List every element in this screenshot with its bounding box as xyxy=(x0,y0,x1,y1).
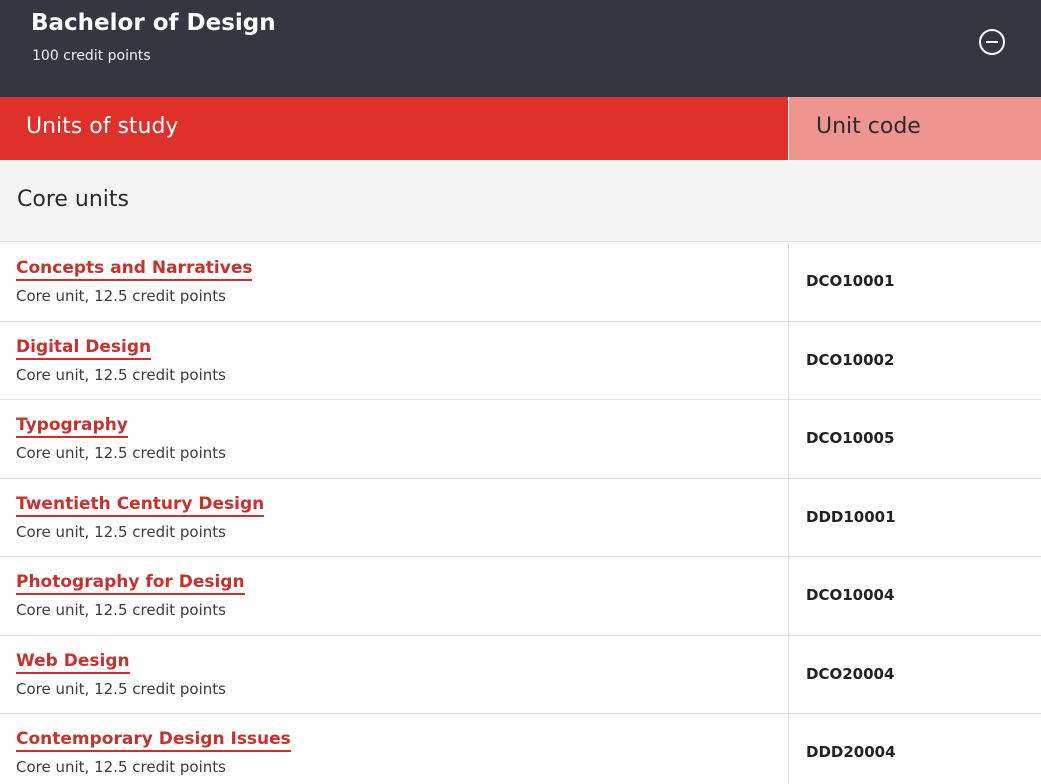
unit-list: Concepts and Narratives Core unit, 12.5 c… xyxy=(0,243,1041,784)
unit-meta: Core unit, 12.5 credit points xyxy=(16,601,226,619)
column-header-units: Units of study xyxy=(0,97,788,160)
unit-code: DCO10001 xyxy=(806,272,895,290)
unit-meta: Core unit, 12.5 credit points xyxy=(16,444,226,462)
table-row: Photography for Design Core unit, 12.5 cr… xyxy=(0,557,1041,636)
unit-code: DCO20004 xyxy=(806,664,895,683)
table-row: Contemporary Design Issues Core unit, 12.… xyxy=(0,714,1041,784)
section-row-core-units: Core units xyxy=(0,160,1041,242)
table-row: Concepts and Narratives Core unit, 12.5 c… xyxy=(0,243,1041,322)
column-divider xyxy=(788,635,789,713)
course-credits: 100 credit points xyxy=(32,48,151,64)
unit-code: DCO10002 xyxy=(806,350,895,369)
column-divider xyxy=(788,321,789,399)
section-label: Core units xyxy=(17,187,129,212)
unit-code: DCO10005 xyxy=(806,429,895,447)
course-page: Bachelor of Design 100 credit points Uni… xyxy=(0,0,1041,784)
unit-code: DDD20004 xyxy=(806,743,896,761)
table-header: Units of study Unit code xyxy=(0,97,1041,160)
unit-meta: Core unit, 12.5 credit points xyxy=(16,365,226,384)
column-header-code-label: Unit code xyxy=(816,114,921,139)
unit-meta: Core unit, 12.5 credit points xyxy=(16,287,226,305)
unit-meta: Core unit, 12.5 credit points xyxy=(16,679,226,698)
unit-code: DDD10001 xyxy=(806,507,896,526)
unit-name-link[interactable]: Concepts and Narratives xyxy=(16,258,253,281)
unit-code: DCO10004 xyxy=(806,586,895,604)
column-divider xyxy=(788,557,789,635)
column-divider xyxy=(788,243,789,321)
minus-circle-icon xyxy=(979,29,1005,55)
unit-meta: Core unit, 12.5 credit points xyxy=(16,758,226,776)
column-divider xyxy=(788,400,789,478)
unit-name-link[interactable]: Web Design xyxy=(16,651,130,674)
table-row: Digital Design Core unit, 12.5 credit poi… xyxy=(0,321,1041,400)
unit-meta: Core unit, 12.5 credit points xyxy=(16,522,226,541)
column-header-units-label: Units of study xyxy=(26,114,179,139)
table-row: Web Design Core unit, 12.5 credit points D… xyxy=(0,635,1041,714)
table-row: Twentieth Century Design Core unit, 12.5 … xyxy=(0,478,1041,557)
collapse-button[interactable] xyxy=(978,28,1006,56)
unit-name-link[interactable]: Twentieth Century Design xyxy=(16,494,265,517)
unit-name-link[interactable]: Digital Design xyxy=(16,337,152,360)
column-header-code: Unit code xyxy=(789,97,1041,160)
course-title: Bachelor of Design xyxy=(31,10,276,36)
column-divider xyxy=(788,478,789,556)
table-row: Typography Core unit, 12.5 credit points D… xyxy=(0,400,1041,479)
column-divider xyxy=(788,714,789,784)
unit-name-link[interactable]: Typography xyxy=(16,415,128,438)
course-header: Bachelor of Design 100 credit points xyxy=(0,0,1041,97)
unit-name-link[interactable]: Photography for Design xyxy=(16,572,245,595)
unit-name-link[interactable]: Contemporary Design Issues xyxy=(16,729,291,752)
